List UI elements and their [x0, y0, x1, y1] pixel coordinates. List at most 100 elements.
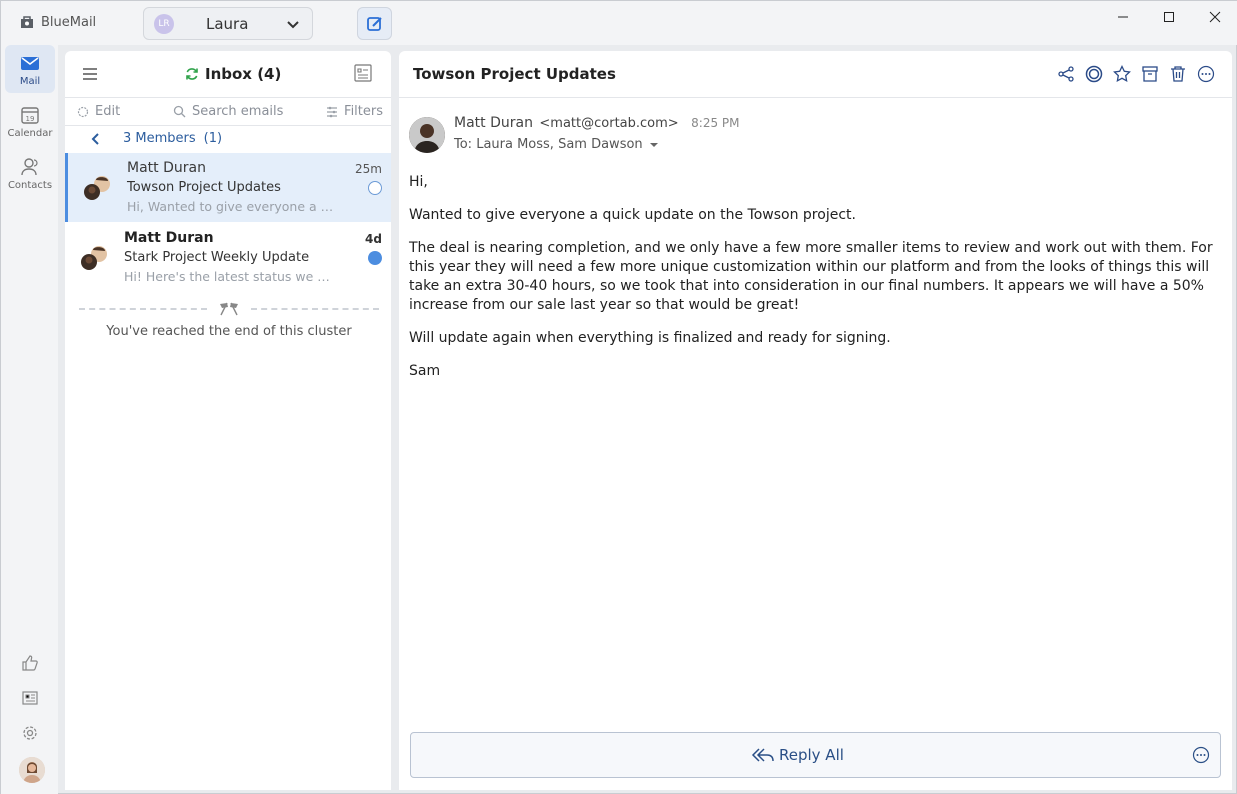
email-subject: Towson Project Updates	[413, 65, 616, 83]
user-avatar[interactable]	[19, 757, 45, 783]
rail-item-label: Calendar	[7, 127, 53, 139]
calendar-icon: 19	[21, 106, 39, 124]
back-chevron-icon[interactable]	[89, 132, 103, 146]
rail-item-label: Mail	[19, 75, 41, 87]
sender-email[interactable]: <matt@cortab.com>	[539, 116, 678, 131]
mark-unread-button[interactable]	[1084, 64, 1104, 84]
close-icon	[1209, 11, 1221, 23]
account-name: Laura	[206, 14, 249, 33]
rail-item-label: Contacts	[7, 179, 53, 191]
star-button[interactable]	[1112, 64, 1132, 84]
filter-icon	[327, 106, 338, 117]
edit-label: Edit	[95, 104, 121, 119]
inbox-label: Inbox (4)	[205, 65, 282, 83]
search-input[interactable]: Search emails	[173, 104, 283, 119]
rail-item-calendar[interactable]: 19 Calendar	[5, 97, 55, 145]
divider	[251, 308, 379, 310]
close-button[interactable]	[1192, 1, 1237, 33]
contacts-icon	[21, 157, 38, 175]
feedback-button[interactable]	[18, 651, 42, 675]
search-placeholder: Search emails	[192, 104, 284, 119]
message-row[interactable]: Matt Duran Towson Project Updates Hi, Wa…	[65, 153, 391, 222]
minimize-button[interactable]	[1100, 1, 1146, 33]
recipients-line[interactable]: To: Laura Moss, Sam Dawson	[454, 137, 661, 152]
message-time: 25m	[355, 162, 382, 176]
app-name: BlueMail	[41, 14, 97, 30]
message-sender: Matt Duran	[127, 160, 206, 176]
list-toolbar: Edit Search emails Filters	[65, 99, 391, 126]
participants-avatar-icon	[81, 246, 107, 270]
sent-time: 8:25 PM	[691, 116, 740, 130]
rail-item-mail[interactable]: Mail	[5, 45, 55, 93]
left-rail: Mail 19 Calendar Contacts	[1, 45, 58, 794]
reply-all-bar[interactable]: Reply All	[410, 732, 1221, 778]
compose-icon	[366, 16, 382, 31]
user-photo-icon	[19, 757, 45, 783]
account-switcher[interactable]: LR Laura	[143, 7, 313, 40]
sender-name[interactable]: Matt Duran	[454, 115, 533, 131]
layout-toggle-icon[interactable]	[353, 63, 373, 83]
checkered-flags-icon	[220, 302, 238, 316]
settings-button[interactable]	[18, 721, 42, 745]
unread-indicator[interactable]	[368, 251, 382, 265]
body-paragraph: Hi,	[409, 174, 428, 190]
title-bar: BlueMail LR Laura	[1, 1, 1237, 45]
sender-line: Matt Duran <matt@cortab.com> 8:25 PM	[454, 115, 740, 131]
chevron-down-icon	[287, 21, 299, 29]
body-paragraph: The deal is nearing completion, and we o…	[409, 240, 1213, 313]
cluster-end-text: You've reached the end of this cluster	[106, 324, 352, 339]
read-status-toggle[interactable]	[368, 181, 382, 195]
filters-button[interactable]: Filters	[326, 104, 383, 119]
recipients: To: Laura Moss, Sam Dawson	[454, 137, 643, 152]
body-paragraph: Sam	[409, 363, 441, 379]
divider	[79, 308, 207, 310]
compose-button[interactable]	[357, 7, 392, 40]
maximize-button[interactable]	[1146, 1, 1192, 33]
message-row[interactable]: Matt Duran Stark Project Weekly Update H…	[65, 223, 391, 292]
folder-title[interactable]: Inbox (4)	[185, 65, 281, 83]
reply-all-button[interactable]: Reply All	[751, 746, 844, 764]
archive-icon	[1142, 66, 1158, 82]
sender-avatar[interactable]	[409, 117, 445, 153]
hamburger-menu-icon[interactable]	[81, 65, 99, 83]
more-button[interactable]	[1196, 64, 1216, 84]
account-avatar: LR	[154, 13, 174, 34]
reading-header: Towson Project Updates	[399, 51, 1232, 98]
message-time: 4d	[365, 232, 382, 246]
sync-icon	[186, 68, 198, 80]
maximize-icon	[1164, 12, 1174, 22]
cluster-label: 3 Members	[123, 131, 196, 146]
star-icon	[1113, 65, 1131, 83]
archive-button[interactable]	[1140, 64, 1160, 84]
calendar-day: 19	[26, 115, 35, 123]
cluster-title: 3 Members (1)	[123, 131, 222, 146]
search-icon	[173, 105, 186, 118]
email-body: Hi, Wanted to give everyone a quick upda…	[409, 173, 1224, 395]
share-icon	[1058, 66, 1074, 82]
sender-photo-icon	[409, 117, 445, 153]
delete-button[interactable]	[1168, 64, 1188, 84]
unread-circle-icon	[1085, 65, 1103, 83]
rail-item-contacts[interactable]: Contacts	[5, 149, 55, 197]
message-preview: Hi! Here's the latest status we have on …	[124, 269, 334, 284]
cluster-count: (1)	[203, 131, 223, 146]
news-button[interactable]	[18, 686, 42, 710]
message-subject: Towson Project Updates	[127, 180, 281, 195]
trash-icon	[1171, 66, 1185, 82]
message-preview: Hi, Wanted to give everyone a quick upda…	[127, 199, 337, 214]
mail-icon	[21, 56, 39, 70]
bluemail-logo-icon	[21, 16, 33, 28]
message-sender: Matt Duran	[124, 230, 214, 246]
list-header: Inbox (4)	[65, 51, 391, 98]
reply-all-label: Reply All	[779, 746, 844, 764]
reading-pane: Towson Project Updates Matt Duran <matt@…	[399, 51, 1232, 790]
email-actions	[1056, 64, 1216, 84]
body-paragraph: Wanted to give everyone a quick update o…	[409, 207, 856, 223]
caret-down-icon	[649, 142, 658, 147]
share-button[interactable]	[1056, 64, 1076, 84]
edit-button[interactable]: Edit	[77, 104, 120, 119]
more-options-icon	[1197, 65, 1215, 83]
participants-avatar-icon	[84, 176, 110, 200]
app-brand: BlueMail	[19, 14, 96, 30]
more-options-icon[interactable]	[1192, 746, 1210, 764]
